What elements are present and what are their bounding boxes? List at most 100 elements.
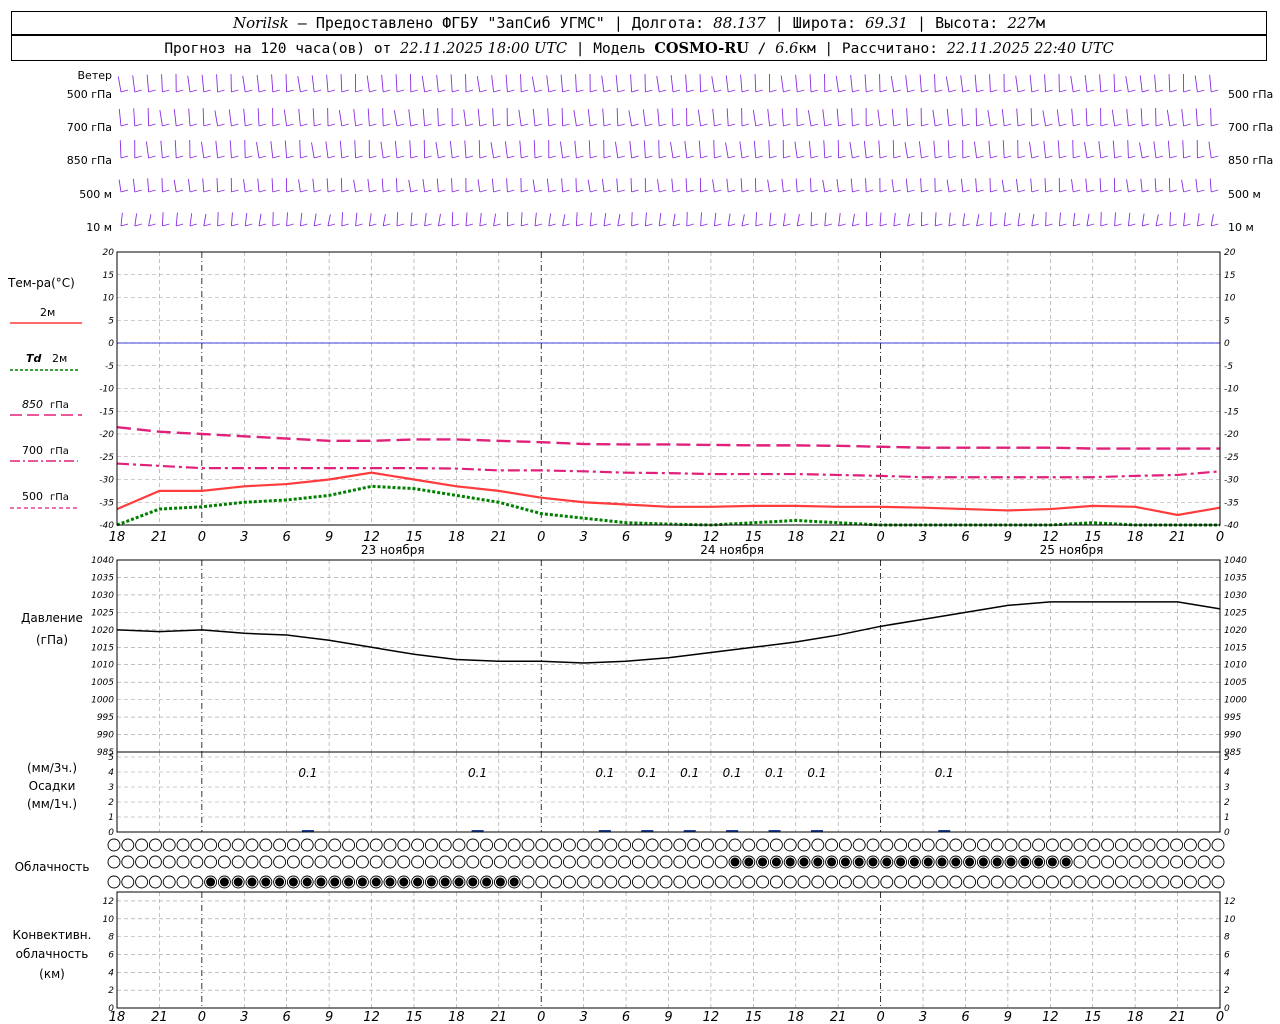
wind-barb (1029, 74, 1033, 93)
wind-barb (519, 140, 522, 159)
wind-barb (518, 109, 522, 127)
wind-barb (410, 123, 418, 127)
wind-barb (1114, 123, 1122, 127)
cloud-symbol (659, 855, 673, 869)
wind-barb (948, 223, 957, 227)
wind-barb (424, 223, 432, 227)
cloud-symbol (1004, 875, 1018, 889)
temp-xtick: 6 (622, 530, 630, 545)
cloud-symbol (135, 855, 149, 869)
cloud-symbol (411, 838, 425, 852)
wind-barb (327, 89, 336, 93)
wind-barb (120, 155, 129, 159)
wind-barb (258, 213, 262, 227)
wind-barb (534, 223, 543, 227)
wind-barb (728, 123, 736, 127)
wind-barb (810, 178, 812, 193)
cloud-symbol (245, 838, 259, 852)
wind-barb (767, 179, 771, 193)
wind-barb (176, 223, 184, 227)
wind-barb (134, 223, 142, 227)
wind-barb (1169, 223, 1177, 227)
temp-ytick-right: -20 (1224, 430, 1239, 440)
wind-barb (327, 155, 336, 159)
wind-barb (1059, 155, 1067, 159)
cloud-symbol (562, 838, 576, 852)
conv-ytick-right: 6 (1224, 950, 1230, 960)
cloud-symbol-fill (730, 857, 740, 867)
wind-barb (1210, 108, 1212, 127)
wind-barb (783, 155, 791, 159)
wind-barb (490, 142, 495, 159)
wind-barb (134, 89, 142, 93)
wind-barb (1017, 89, 1026, 93)
precip-ytick-left: 0 (108, 828, 114, 838)
wind-barb (355, 123, 363, 127)
wind-barb (353, 109, 357, 127)
bottom-xtick: 12 (703, 1010, 720, 1024)
wind-barb (216, 74, 219, 93)
wind-barb (450, 74, 453, 93)
wind-barb (974, 74, 978, 93)
wind-barb (879, 189, 888, 193)
cloud-symbol (383, 838, 397, 852)
cloud-symbol (107, 855, 121, 869)
cloud-symbol-fill (468, 877, 478, 887)
cloud-symbol (1114, 855, 1128, 869)
wind-barb (962, 155, 970, 159)
temp-ytick-right: 20 (1224, 248, 1236, 258)
cloud-symbol (493, 855, 507, 869)
wind-barb (905, 178, 909, 193)
cloud-symbol (521, 855, 535, 869)
cloud-symbol (1004, 838, 1018, 852)
wind-barb (782, 213, 786, 227)
wind-barb (326, 178, 329, 193)
wind-barb (907, 89, 915, 93)
wind-barb (976, 89, 984, 93)
cloud-symbol (1197, 838, 1211, 852)
wind-barb (1128, 155, 1136, 159)
wind-barb (395, 74, 398, 93)
day-label: 24 ноября (700, 543, 764, 557)
wind-barb (1197, 155, 1205, 159)
precip-ytick-right: 2 (1224, 798, 1230, 808)
bottom-xtick: 3 (240, 1010, 248, 1024)
cloud-symbol (604, 875, 618, 889)
wind-barb (906, 108, 909, 127)
wind-barb (810, 189, 819, 193)
wind-barb (575, 212, 578, 227)
cloud-symbol (949, 875, 963, 889)
wind-barb (783, 123, 791, 127)
wind-barb (1155, 189, 1164, 193)
wind-barb (548, 213, 552, 227)
wind-barb (576, 123, 584, 127)
wind-barb (1045, 155, 1053, 159)
wind-barb (286, 155, 294, 159)
wind-barb (189, 89, 198, 93)
cloud-symbol-fill (357, 877, 367, 887)
temp-ytick-right: -5 (1224, 362, 1233, 372)
wind-barb (573, 110, 577, 127)
precip-frame (116, 751, 1221, 833)
cloud-symbol (576, 838, 590, 852)
wind-barb (271, 178, 274, 193)
wind-barb (672, 155, 681, 159)
wind-barb (893, 189, 901, 193)
cloud-symbol (825, 838, 839, 852)
wind-barb (161, 74, 163, 93)
wind-barb (410, 155, 418, 159)
wind-barb (645, 123, 653, 127)
cloud-symbol (576, 855, 590, 869)
wind-barb (118, 179, 122, 193)
day-label: 25 ноября (1040, 543, 1104, 557)
wind-barb (645, 189, 653, 193)
wind-barb (231, 89, 239, 93)
wind-barb (1086, 89, 1095, 93)
wind-barb (284, 140, 288, 159)
wind-barb (1003, 212, 1006, 227)
wind-barb (132, 178, 136, 193)
cloud-symbol-fill (413, 877, 423, 887)
wind-barb (394, 140, 398, 159)
wind-barb (615, 74, 619, 93)
conv-ytick-right: 10 (1224, 915, 1236, 925)
